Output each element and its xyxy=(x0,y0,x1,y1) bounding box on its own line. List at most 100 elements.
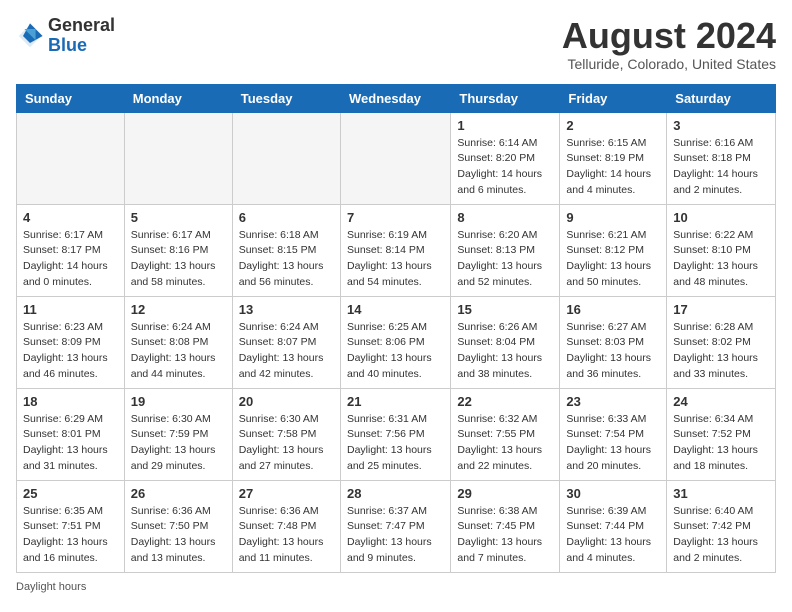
day-cell: 19 Sunrise: 6:30 AMSunset: 7:59 PMDayligh… xyxy=(124,388,232,480)
day-cell: 31 Sunrise: 6:40 AMSunset: 7:42 PMDayligh… xyxy=(667,480,776,572)
day-number: 4 xyxy=(23,210,118,225)
day-info: Sunrise: 6:35 AMSunset: 7:51 PMDaylight:… xyxy=(23,504,118,567)
day-info: Sunrise: 6:34 AMSunset: 7:52 PMDaylight:… xyxy=(673,412,769,475)
day-info: Sunrise: 6:16 AMSunset: 8:18 PMDaylight:… xyxy=(673,136,769,199)
day-cell: 24 Sunrise: 6:34 AMSunset: 7:52 PMDayligh… xyxy=(667,388,776,480)
day-cell: 21Sunrise: 6:31 AMSunset: 7:56 PMDayligh… xyxy=(340,388,450,480)
day-number: 14 xyxy=(347,302,444,317)
day-cell: 15Sunrise: 6:26 AMSunset: 8:04 PMDayligh… xyxy=(451,296,560,388)
day-info: Sunrise: 6:37 AMSunset: 7:47 PMDaylight:… xyxy=(347,504,444,567)
day-info: Sunrise: 6:24 AMSunset: 8:08 PMDaylight:… xyxy=(131,320,226,383)
logo-blue: Blue xyxy=(48,35,87,55)
day-number: 21 xyxy=(347,394,444,409)
day-number: 8 xyxy=(457,210,553,225)
day-cell: 14 Sunrise: 6:25 AMSunset: 8:06 PMDayligh… xyxy=(340,296,450,388)
day-cell: 13 Sunrise: 6:24 AMSunset: 8:07 PMDayligh… xyxy=(232,296,340,388)
day-number: 31 xyxy=(673,486,769,501)
day-number: 19 xyxy=(131,394,226,409)
day-number: 23 xyxy=(566,394,660,409)
day-cell: 26Sunrise: 6:36 AMSunset: 7:50 PMDayligh… xyxy=(124,480,232,572)
day-cell: 4 Sunrise: 6:17 AMSunset: 8:17 PMDaylight… xyxy=(17,204,125,296)
day-number: 16 xyxy=(566,302,660,317)
page-header: General Blue August 2024 Telluride, Colo… xyxy=(16,16,776,72)
day-number: 1 xyxy=(457,118,553,133)
logo-general: General xyxy=(48,15,115,35)
day-info: Sunrise: 6:39 AMSunset: 7:44 PMDaylight:… xyxy=(566,504,660,567)
day-info: Sunrise: 6:27 AMSunset: 8:03 PMDaylight:… xyxy=(566,320,660,383)
logo-text: General Blue xyxy=(48,16,115,56)
day-cell: 29Sunrise: 6:38 AMSunset: 7:45 PMDayligh… xyxy=(451,480,560,572)
column-header-friday: Friday xyxy=(560,84,667,112)
day-info: Sunrise: 6:33 AMSunset: 7:54 PMDaylight:… xyxy=(566,412,660,475)
week-row-5: 25Sunrise: 6:35 AMSunset: 7:51 PMDayligh… xyxy=(17,480,776,572)
day-cell: 8 Sunrise: 6:20 AMSunset: 8:13 PMDaylight… xyxy=(451,204,560,296)
day-cell xyxy=(124,112,232,204)
day-info: Sunrise: 6:21 AMSunset: 8:12 PMDaylight:… xyxy=(566,228,660,291)
week-row-2: 4 Sunrise: 6:17 AMSunset: 8:17 PMDaylight… xyxy=(17,204,776,296)
location: Telluride, Colorado, United States xyxy=(562,56,776,72)
day-cell: 1 Sunrise: 6:14 AMSunset: 8:20 PMDaylight… xyxy=(451,112,560,204)
day-cell: 18 Sunrise: 6:29 AMSunset: 8:01 PMDayligh… xyxy=(17,388,125,480)
day-number: 10 xyxy=(673,210,769,225)
day-number: 18 xyxy=(23,394,118,409)
day-info: Sunrise: 6:20 AMSunset: 8:13 PMDaylight:… xyxy=(457,228,553,291)
day-info: Sunrise: 6:30 AMSunset: 7:59 PMDaylight:… xyxy=(131,412,226,475)
day-cell: 17 Sunrise: 6:28 AMSunset: 8:02 PMDayligh… xyxy=(667,296,776,388)
day-number: 22 xyxy=(457,394,553,409)
day-number: 3 xyxy=(673,118,769,133)
day-cell: 25Sunrise: 6:35 AMSunset: 7:51 PMDayligh… xyxy=(17,480,125,572)
day-cell: 23 Sunrise: 6:33 AMSunset: 7:54 PMDayligh… xyxy=(560,388,667,480)
day-cell: 7Sunrise: 6:19 AMSunset: 8:14 PMDaylight… xyxy=(340,204,450,296)
column-header-monday: Monday xyxy=(124,84,232,112)
day-info: Sunrise: 6:32 AMSunset: 7:55 PMDaylight:… xyxy=(457,412,553,475)
week-row-3: 11 Sunrise: 6:23 AMSunset: 8:09 PMDayligh… xyxy=(17,296,776,388)
day-cell: 9 Sunrise: 6:21 AMSunset: 8:12 PMDaylight… xyxy=(560,204,667,296)
day-info: Sunrise: 6:25 AMSunset: 8:06 PMDaylight:… xyxy=(347,320,444,383)
day-info: Sunrise: 6:36 AMSunset: 7:50 PMDaylight:… xyxy=(131,504,226,567)
day-info: Sunrise: 6:17 AMSunset: 8:17 PMDaylight:… xyxy=(23,228,118,291)
day-cell: 27Sunrise: 6:36 AMSunset: 7:48 PMDayligh… xyxy=(232,480,340,572)
day-number: 6 xyxy=(239,210,334,225)
day-number: 28 xyxy=(347,486,444,501)
logo: General Blue xyxy=(16,16,115,56)
day-cell: 11 Sunrise: 6:23 AMSunset: 8:09 PMDayligh… xyxy=(17,296,125,388)
day-info: Sunrise: 6:18 AMSunset: 8:15 PMDaylight:… xyxy=(239,228,334,291)
day-info: Sunrise: 6:28 AMSunset: 8:02 PMDaylight:… xyxy=(673,320,769,383)
day-number: 24 xyxy=(673,394,769,409)
day-cell xyxy=(17,112,125,204)
day-number: 2 xyxy=(566,118,660,133)
day-cell: 6 Sunrise: 6:18 AMSunset: 8:15 PMDaylight… xyxy=(232,204,340,296)
day-cell xyxy=(340,112,450,204)
day-info: Sunrise: 6:24 AMSunset: 8:07 PMDaylight:… xyxy=(239,320,334,383)
day-info: Sunrise: 6:23 AMSunset: 8:09 PMDaylight:… xyxy=(23,320,118,383)
calendar-body: 1 Sunrise: 6:14 AMSunset: 8:20 PMDaylight… xyxy=(17,112,776,572)
column-header-thursday: Thursday xyxy=(451,84,560,112)
day-info: Sunrise: 6:29 AMSunset: 8:01 PMDaylight:… xyxy=(23,412,118,475)
day-info: Sunrise: 6:26 AMSunset: 8:04 PMDaylight:… xyxy=(457,320,553,383)
column-header-saturday: Saturday xyxy=(667,84,776,112)
day-cell xyxy=(232,112,340,204)
day-number: 17 xyxy=(673,302,769,317)
day-cell: 2 Sunrise: 6:15 AMSunset: 8:19 PMDaylight… xyxy=(560,112,667,204)
day-cell: 5Sunrise: 6:17 AMSunset: 8:16 PMDaylight… xyxy=(124,204,232,296)
day-number: 13 xyxy=(239,302,334,317)
day-cell: 20Sunrise: 6:30 AMSunset: 7:58 PMDayligh… xyxy=(232,388,340,480)
day-number: 7 xyxy=(347,210,444,225)
day-cell: 3 Sunrise: 6:16 AMSunset: 8:18 PMDaylight… xyxy=(667,112,776,204)
day-cell: 12Sunrise: 6:24 AMSunset: 8:08 PMDayligh… xyxy=(124,296,232,388)
column-header-tuesday: Tuesday xyxy=(232,84,340,112)
day-cell: 22 Sunrise: 6:32 AMSunset: 7:55 PMDayligh… xyxy=(451,388,560,480)
column-header-sunday: Sunday xyxy=(17,84,125,112)
day-number: 20 xyxy=(239,394,334,409)
day-cell: 30Sunrise: 6:39 AMSunset: 7:44 PMDayligh… xyxy=(560,480,667,572)
day-info: Sunrise: 6:40 AMSunset: 7:42 PMDaylight:… xyxy=(673,504,769,567)
day-number: 11 xyxy=(23,302,118,317)
calendar-header: SundayMondayTuesdayWednesdayThursdayFrid… xyxy=(17,84,776,112)
day-info: Sunrise: 6:22 AMSunset: 8:10 PMDaylight:… xyxy=(673,228,769,291)
day-number: 9 xyxy=(566,210,660,225)
day-cell: 16 Sunrise: 6:27 AMSunset: 8:03 PMDayligh… xyxy=(560,296,667,388)
day-info: Sunrise: 6:14 AMSunset: 8:20 PMDaylight:… xyxy=(457,136,553,199)
header-row: SundayMondayTuesdayWednesdayThursdayFrid… xyxy=(17,84,776,112)
day-number: 27 xyxy=(239,486,334,501)
day-info: Sunrise: 6:15 AMSunset: 8:19 PMDaylight:… xyxy=(566,136,660,199)
